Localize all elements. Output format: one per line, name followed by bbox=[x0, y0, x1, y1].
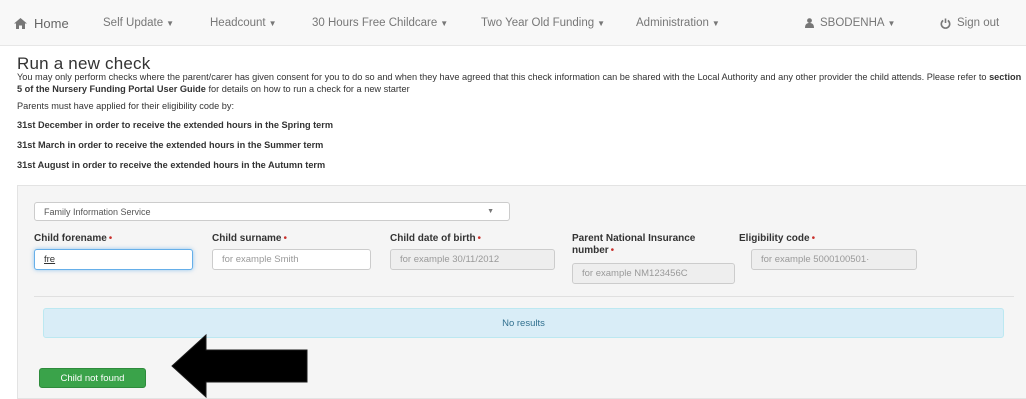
eligibility-code-label-text: Eligibility code bbox=[739, 233, 810, 244]
nav-home-link[interactable]: Home bbox=[14, 0, 69, 46]
provider-select-value: Family Information Service bbox=[44, 206, 151, 217]
nav-self-update-dropdown[interactable]: Self Update ▼ bbox=[103, 0, 174, 46]
child-surname-label: Child surname • bbox=[212, 233, 287, 245]
nav-home-label: Home bbox=[34, 15, 69, 31]
parent-ni-input[interactable]: for example NM123456C bbox=[572, 263, 735, 284]
nav-user-label: SBODENHA bbox=[820, 17, 885, 29]
nav-two-year-label: Two Year Old Funding bbox=[481, 17, 595, 29]
applied-by-text: Parents must have applied for their elig… bbox=[17, 101, 235, 111]
child-dob-label: Child date of birth • bbox=[390, 233, 481, 245]
child-dob-input[interactable]: for example 30/11/2012 bbox=[390, 249, 555, 270]
child-surname-input[interactable]: for example Smith bbox=[212, 249, 371, 270]
nav-user-dropdown[interactable]: SBODENHA ▼ bbox=[805, 0, 895, 46]
parent-ni-label-line-1: Parent National Insurance bbox=[572, 233, 696, 244]
consent-intro-text-1: You may only perform checks where the pa… bbox=[17, 72, 990, 82]
child-forename-label-text: Child forename bbox=[34, 233, 107, 244]
parent-ni-label: Parent National Insurance number • bbox=[572, 233, 695, 257]
page-title: Run a new check bbox=[17, 54, 151, 73]
user-icon bbox=[805, 18, 814, 28]
consent-intro: You may only perform checks where the pa… bbox=[17, 72, 1022, 95]
form-divider bbox=[34, 296, 1014, 297]
caret-down-icon: ▼ bbox=[268, 18, 277, 28]
required-marker: • bbox=[283, 233, 287, 244]
caret-down-icon: ▼ bbox=[166, 18, 175, 28]
top-navbar: Home Self Update ▼ Headcount ▼ 30 Hours Fr… bbox=[0, 0, 1026, 46]
child-forename-label: Child forename • bbox=[34, 233, 112, 245]
parent-ni-label-line-2: number bbox=[572, 245, 609, 256]
required-marker: • bbox=[108, 233, 113, 244]
child-forename-input[interactable]: fre bbox=[34, 249, 193, 270]
child-dob-label-text: Child date of birth bbox=[390, 233, 476, 244]
left-arrow-icon bbox=[171, 333, 308, 399]
nav-30-hours-label: 30 Hours Free Childcare bbox=[312, 17, 438, 29]
nav-administration-label: Administration bbox=[636, 17, 709, 29]
deadline-autumn: 31st August in order to receive the exte… bbox=[17, 160, 326, 170]
nav-headcount-dropdown[interactable]: Headcount ▼ bbox=[210, 0, 277, 46]
child-surname-label-text: Child surname bbox=[212, 233, 282, 244]
required-marker: • bbox=[811, 233, 816, 244]
power-icon bbox=[940, 18, 951, 29]
chevron-down-icon: ▼ bbox=[487, 208, 494, 215]
home-icon bbox=[14, 17, 27, 29]
nav-headcount-label: Headcount bbox=[210, 17, 266, 29]
nav-30-hours-dropdown[interactable]: 30 Hours Free Childcare ▼ bbox=[312, 0, 448, 46]
eligibility-code-label: Eligibility code • bbox=[739, 233, 815, 245]
nav-sign-out-label: Sign out bbox=[957, 17, 1000, 29]
caret-down-icon: ▼ bbox=[597, 18, 606, 28]
nav-two-year-dropdown[interactable]: Two Year Old Funding ▼ bbox=[481, 0, 605, 46]
caret-down-icon: ▼ bbox=[887, 18, 896, 28]
nav-sign-out-link[interactable]: Sign out bbox=[940, 0, 999, 46]
nav-administration-dropdown[interactable]: Administration ▼ bbox=[636, 0, 720, 46]
deadline-spring: 31st December in order to receive the ex… bbox=[17, 120, 334, 130]
caret-down-icon: ▼ bbox=[440, 18, 449, 28]
nav-self-update-label: Self Update bbox=[103, 17, 164, 29]
caret-down-icon: ▼ bbox=[711, 18, 720, 28]
required-marker: • bbox=[610, 245, 615, 256]
deadline-summer: 31st March in order to receive the exten… bbox=[17, 140, 324, 150]
required-marker: • bbox=[477, 233, 482, 244]
child-not-found-button[interactable]: Child not found bbox=[39, 368, 146, 388]
provider-select[interactable]: Family Information Service ▼ bbox=[34, 202, 510, 221]
consent-intro-text-2: for details on how to run a check for a … bbox=[205, 83, 410, 94]
eligibility-code-input[interactable]: for example 5000100501· bbox=[751, 249, 917, 270]
